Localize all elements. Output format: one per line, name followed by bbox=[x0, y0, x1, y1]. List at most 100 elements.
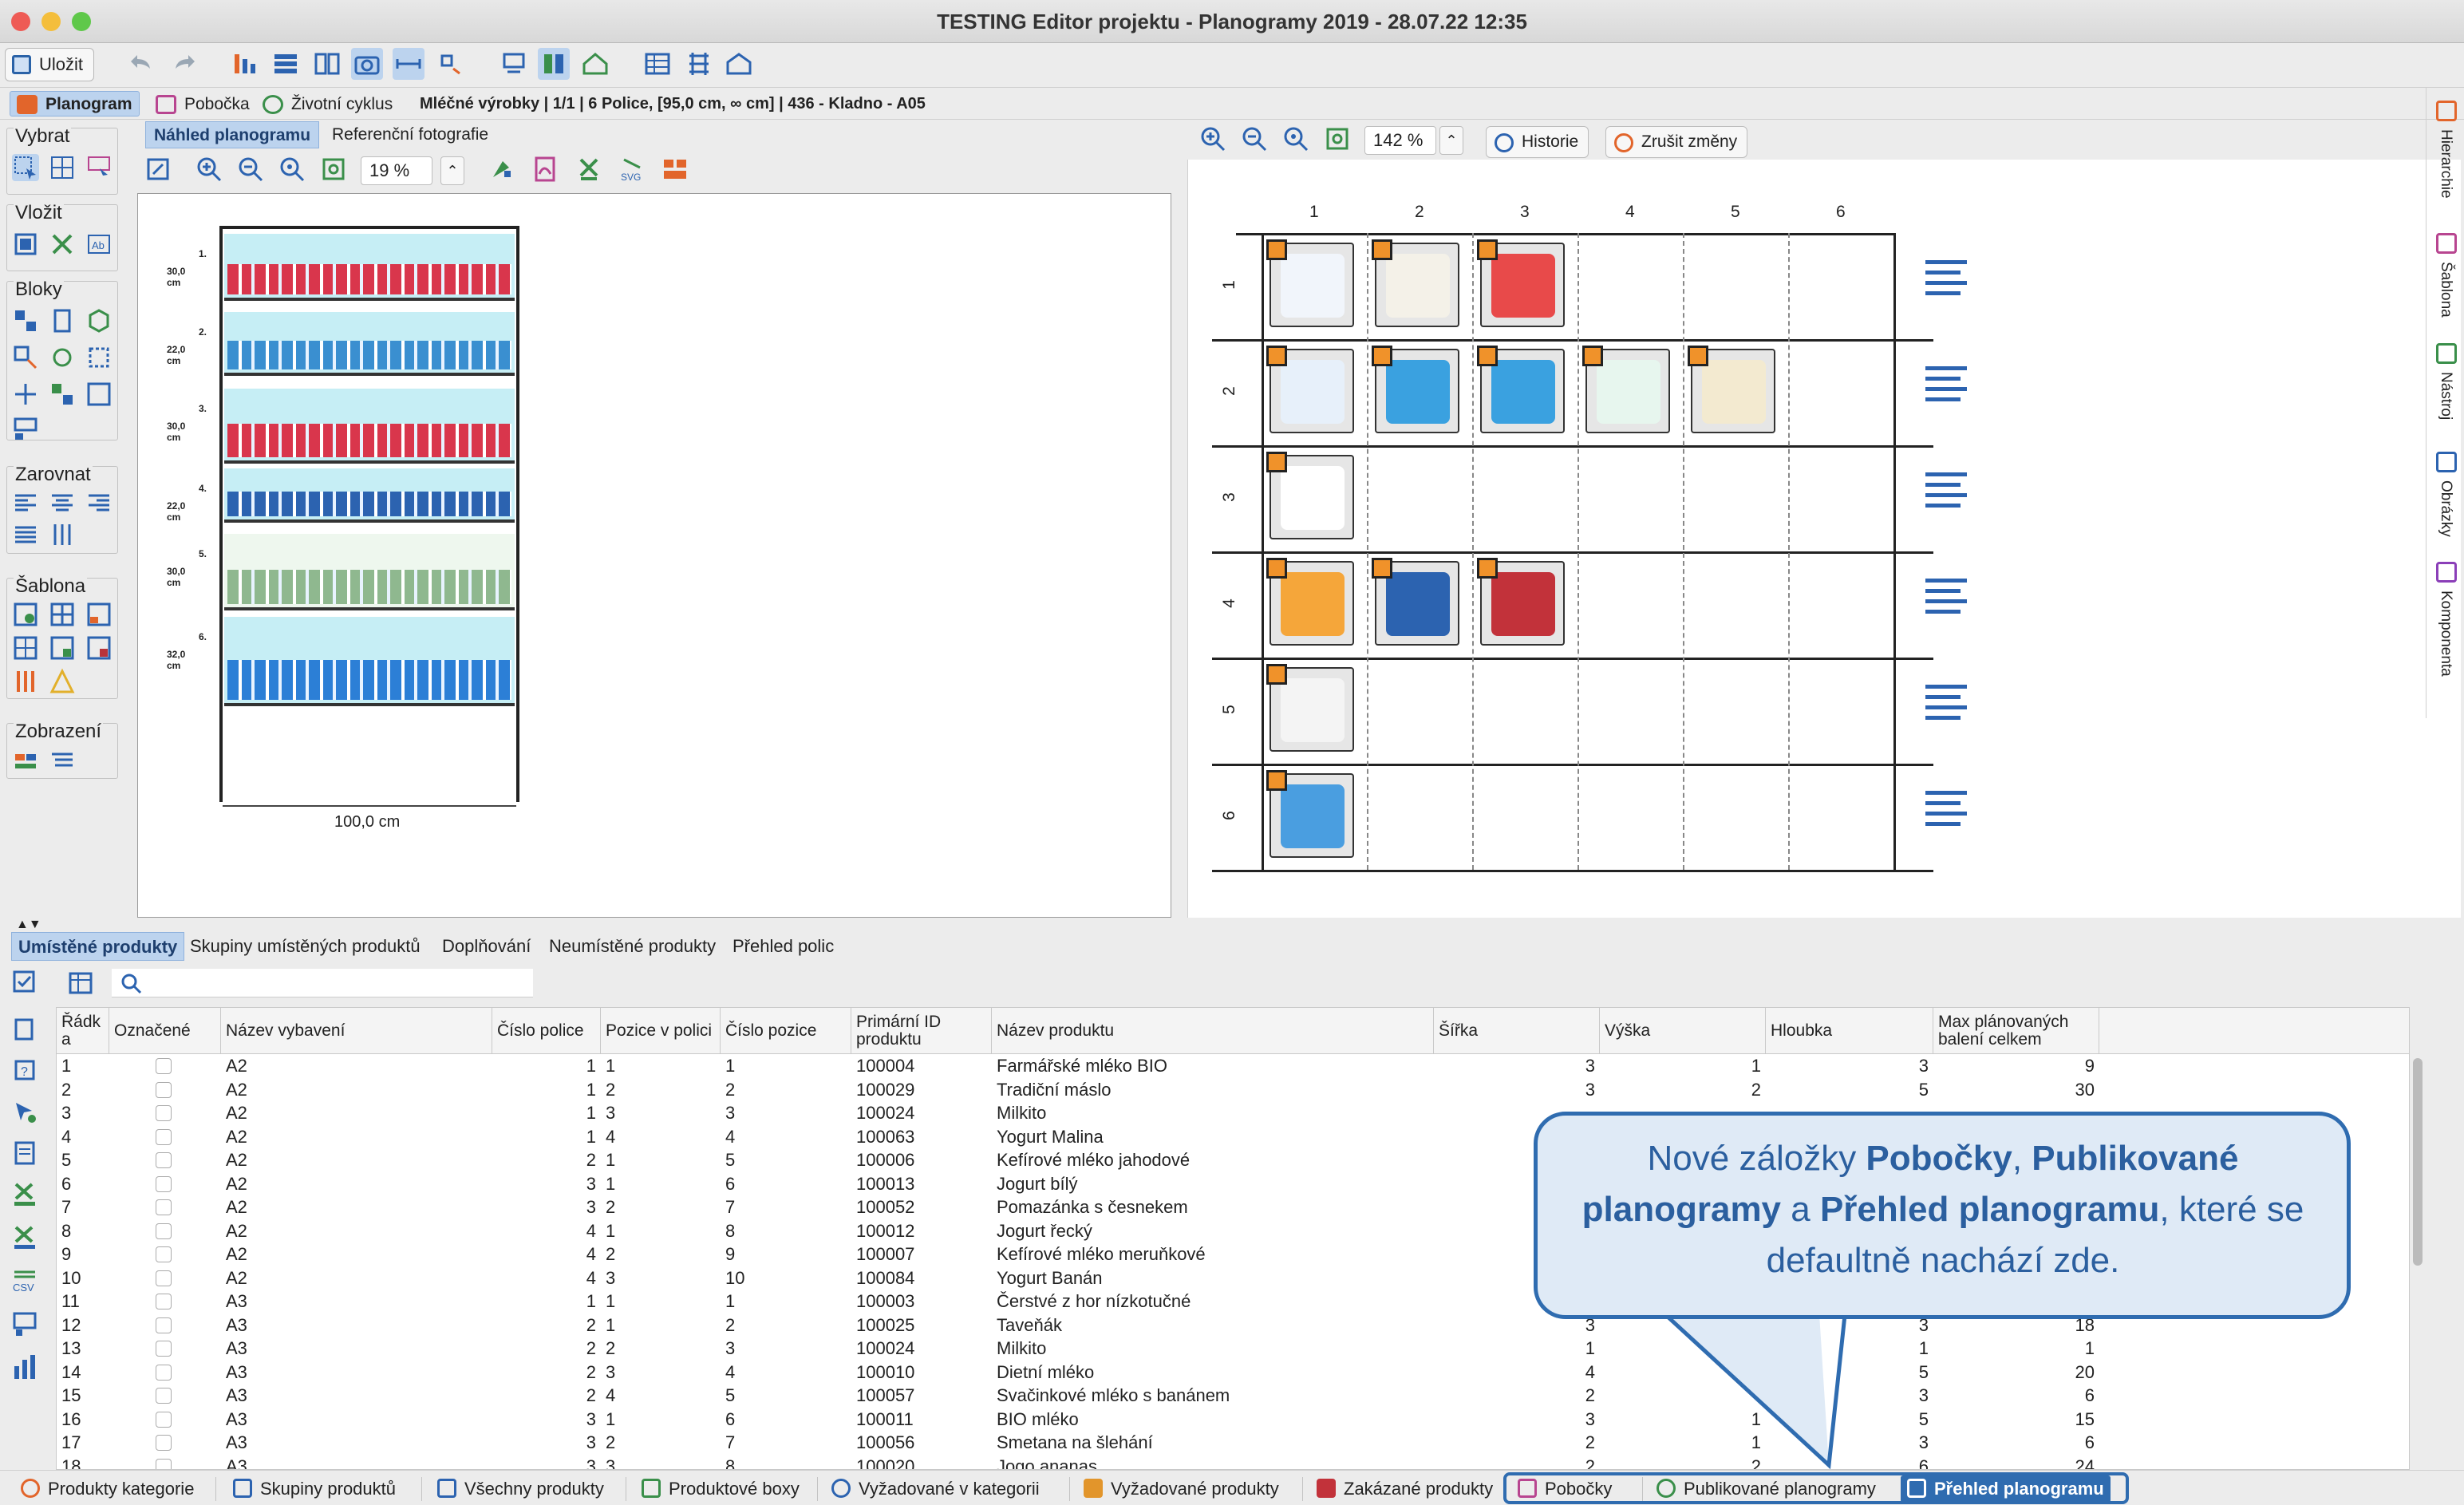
insert-excel-icon[interactable] bbox=[49, 231, 76, 258]
zoom-in-icon[interactable] bbox=[195, 155, 223, 184]
tab-hierarchie[interactable]: Hierarchie bbox=[2431, 97, 2460, 225]
product-marker-icon[interactable] bbox=[1266, 664, 1287, 685]
table-row[interactable]: 2 A2 1 2 2 100029 Tradiční máslo 3 2 5 30 bbox=[57, 1078, 2409, 1102]
paint-icon[interactable] bbox=[487, 155, 515, 184]
table-row[interactable]: 1 A2 1 1 1 100004 Farmářské mléko BIO 3 1 3 9 bbox=[57, 1054, 2409, 1078]
product-slot[interactable] bbox=[1266, 452, 1354, 539]
insert-text-icon[interactable]: Ab bbox=[85, 231, 113, 258]
row-checkbox[interactable] bbox=[156, 1246, 172, 1262]
book-icon[interactable] bbox=[311, 48, 343, 80]
block-merge-icon[interactable] bbox=[85, 381, 113, 408]
tab-planogram[interactable]: Planogram bbox=[10, 91, 140, 117]
column-header[interactable]: Označené bbox=[109, 1008, 221, 1054]
table-row[interactable]: 13 A3 2 2 3 100024 Milkito 1 1 1 bbox=[57, 1337, 2409, 1361]
column-header[interactable]: Řádk a bbox=[57, 1008, 109, 1054]
rows-icon[interactable] bbox=[270, 48, 302, 80]
splitter-arrows-icon[interactable]: ▲▼ bbox=[16, 918, 41, 932]
undo-icon[interactable] bbox=[126, 48, 158, 80]
block-icon[interactable] bbox=[12, 307, 39, 334]
column-header[interactable]: Šířka bbox=[1434, 1008, 1600, 1054]
tab-prehled-polic[interactable]: Přehled polic bbox=[726, 932, 840, 961]
csv-icon[interactable]: CSV bbox=[10, 1266, 40, 1296]
select-area-icon[interactable] bbox=[85, 154, 113, 181]
column-header[interactable]: Hloubka bbox=[1766, 1008, 1933, 1054]
tab-zakazane-produkty[interactable]: Zakázané produkty bbox=[1310, 1475, 1499, 1503]
excel-export-icon[interactable] bbox=[575, 155, 603, 184]
row-checkbox[interactable] bbox=[156, 1388, 172, 1404]
tab-nahled-planogramu[interactable]: Náhled planogramu bbox=[145, 121, 320, 148]
block-split-icon[interactable] bbox=[49, 381, 76, 408]
product-slot[interactable] bbox=[1266, 239, 1354, 327]
row-checkbox[interactable] bbox=[156, 1364, 172, 1381]
table-row[interactable]: 18 A3 3 3 8 100020 Jogo ananas 2 2 6 24 bbox=[57, 1455, 2409, 1469]
tab-publikovane-planogramy[interactable]: Publikované planogramy bbox=[1650, 1475, 1882, 1503]
blocks-export-icon[interactable] bbox=[661, 155, 689, 184]
zrusit-zmeny-button[interactable]: Zrušit změny bbox=[1605, 126, 1748, 158]
block-link-icon[interactable] bbox=[12, 344, 39, 371]
column-header[interactable]: Název produktu bbox=[992, 1008, 1434, 1054]
grid-icon[interactable] bbox=[683, 48, 715, 80]
table-row[interactable]: 16 A3 3 1 6 100011 BIO mléko 3 1 5 15 bbox=[57, 1408, 2409, 1432]
tab-referencni-fotografie[interactable]: Referenční fotografie bbox=[324, 121, 496, 148]
column-header[interactable]: Max plánovaných balení celkem bbox=[1933, 1008, 2099, 1054]
select-icon[interactable] bbox=[12, 154, 39, 181]
tab-doplnovani[interactable]: Doplňování bbox=[436, 932, 537, 961]
zoom-fit-icon[interactable] bbox=[278, 155, 306, 184]
product-marker-icon[interactable] bbox=[1372, 558, 1392, 579]
product-marker-icon[interactable] bbox=[1266, 239, 1287, 260]
product-slot[interactable] bbox=[1477, 239, 1565, 327]
scrollbar-thumb[interactable] bbox=[2413, 1058, 2423, 1266]
product-slot[interactable] bbox=[1477, 346, 1565, 433]
product-marker-icon[interactable] bbox=[1266, 558, 1287, 579]
export-icon[interactable] bbox=[144, 155, 172, 184]
row-checkbox[interactable] bbox=[156, 1223, 172, 1239]
product-marker-icon[interactable] bbox=[1266, 346, 1287, 366]
detail-zoom-in-icon[interactable] bbox=[1198, 124, 1227, 153]
sort-icon[interactable] bbox=[230, 48, 262, 80]
pdf-icon[interactable] bbox=[531, 155, 560, 184]
insert-shelf-icon[interactable] bbox=[12, 231, 39, 258]
align-left-icon[interactable] bbox=[12, 489, 39, 516]
excel-export-icon[interactable] bbox=[10, 1223, 40, 1253]
shelf-band[interactable] bbox=[224, 468, 515, 523]
product-slot[interactable] bbox=[1266, 770, 1354, 858]
product-marker-icon[interactable] bbox=[1266, 452, 1287, 472]
shelf-menu-icon[interactable] bbox=[1925, 260, 1967, 302]
row-checkbox[interactable] bbox=[156, 1128, 172, 1145]
store-icon[interactable] bbox=[723, 48, 755, 80]
columns-icon[interactable] bbox=[538, 48, 570, 80]
redo-icon[interactable] bbox=[168, 48, 199, 80]
detail-canvas[interactable]: 1 2 3 4 5 6 1 2 3 4 5 6 bbox=[1187, 160, 2461, 918]
product-slot[interactable] bbox=[1372, 346, 1459, 433]
template-add-icon[interactable] bbox=[49, 634, 76, 662]
template-columns-icon[interactable] bbox=[12, 668, 39, 695]
copy-icon[interactable] bbox=[10, 1013, 40, 1044]
distribute-horizontal-icon[interactable] bbox=[12, 521, 39, 548]
row-checkbox[interactable] bbox=[156, 1317, 172, 1333]
bar-chart-icon[interactable] bbox=[10, 1352, 40, 1382]
product-slot[interactable] bbox=[1372, 239, 1459, 327]
block-rotate-icon[interactable] bbox=[49, 344, 76, 371]
row-checkbox[interactable] bbox=[156, 1341, 172, 1357]
table-row[interactable]: 14 A3 2 3 4 100010 Dietní mléko 4 5 20 bbox=[57, 1361, 2409, 1385]
search-input[interactable] bbox=[112, 969, 533, 997]
document-icon[interactable] bbox=[10, 1138, 40, 1168]
product-marker-icon[interactable] bbox=[1582, 346, 1603, 366]
shelf-menu-icon[interactable] bbox=[1925, 579, 1967, 620]
row-checkbox[interactable] bbox=[156, 1199, 172, 1215]
transform-icon[interactable] bbox=[434, 48, 466, 80]
template-remove-icon[interactable] bbox=[85, 634, 113, 662]
table-row[interactable]: 17 A3 3 2 7 100056 Smetana na šlehání 2 1 3 6 bbox=[57, 1431, 2409, 1455]
product-slot[interactable] bbox=[1266, 558, 1354, 646]
block-list-icon[interactable] bbox=[12, 416, 39, 443]
tab-komponenta[interactable]: Komponenta bbox=[2431, 559, 2460, 702]
tab-pobocka[interactable]: Pobočka bbox=[148, 91, 257, 117]
align-center-icon[interactable] bbox=[49, 489, 76, 516]
tab-nastroj[interactable]: Nástroj bbox=[2431, 340, 2460, 444]
checklist-icon[interactable] bbox=[10, 967, 40, 997]
product-slot[interactable] bbox=[1266, 346, 1354, 433]
shelf-menu-icon[interactable] bbox=[1925, 791, 1967, 832]
template-apply-icon[interactable] bbox=[12, 601, 39, 628]
row-checkbox[interactable] bbox=[156, 1058, 172, 1074]
select-grid-icon[interactable] bbox=[49, 154, 76, 181]
